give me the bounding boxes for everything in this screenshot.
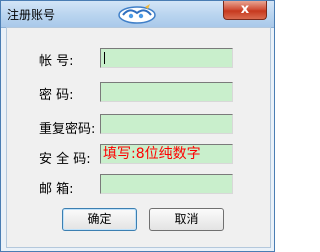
email-input[interactable] — [100, 174, 233, 194]
game-logo-icon — [118, 4, 156, 24]
email-label: 邮 箱: — [39, 182, 74, 197]
password-label: 密 码: — [39, 88, 74, 103]
ok-button[interactable]: 确定 — [62, 208, 137, 231]
window-title: 注册账号 — [7, 8, 56, 22]
title-bar[interactable]: 注册账号 x — [1, 1, 274, 28]
password-input[interactable] — [100, 82, 233, 102]
account-label: 帐 号: — [39, 54, 74, 69]
close-button[interactable]: x — [223, 1, 267, 20]
register-dialog: 注册账号 x 帐 号: 密 码: 重复密码: 安 全 码: 填写:8位纯数字 邮… — [0, 0, 275, 252]
security-code-input[interactable]: 填写:8位纯数字 — [100, 144, 233, 164]
confirm-password-input[interactable] — [100, 114, 233, 134]
cancel-button[interactable]: 取消 — [149, 208, 224, 231]
account-input[interactable] — [100, 48, 233, 68]
text-caret — [104, 52, 105, 64]
confirm-password-label: 重复密码: — [39, 122, 96, 137]
security-code-label: 安 全 码: — [39, 152, 91, 167]
